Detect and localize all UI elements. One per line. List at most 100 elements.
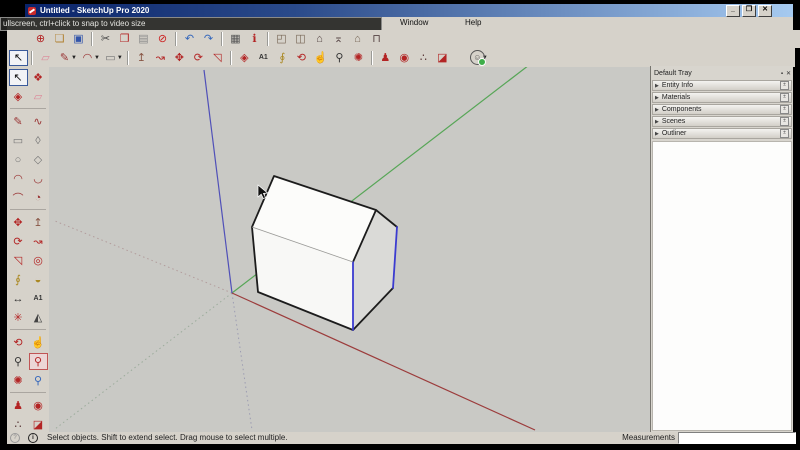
rectangle-dropdown-icon[interactable]: ▼ [117,55,123,61]
toolbar-icon-sign-in[interactable]: ☺ [469,50,486,66]
toolbar-icon-zoom-extents[interactable]: ✺ [349,50,368,66]
viewport-canvas[interactable] [49,61,650,432]
tool-rectangle[interactable]: ▭ [9,132,28,149]
tool-make-component[interactable]: ❖ [29,69,48,86]
toolbar-icon-view-right[interactable]: ⌅ [329,31,348,47]
tray-section-components[interactable]: ▶ Components ± [652,104,792,115]
toolbar-icon-rotate[interactable]: ⟳ [189,50,208,66]
toolbar-icon-paint-bucket[interactable]: ◈ [235,50,254,66]
tool-dimension[interactable]: ↔ [9,290,28,307]
toolbar-icon-undo[interactable]: ↶ [180,31,199,47]
toolbar-icon-view-iso[interactable]: ◰ [272,31,291,47]
tool-eraser[interactable]: ▱ [29,88,48,105]
toolbar-icon-print[interactable]: ▦ [226,31,245,47]
tray-section-materials[interactable]: ▶ Materials ± [652,92,792,103]
tool-pie[interactable]: ◔ [29,189,48,206]
toolbar-icon-follow-me[interactable]: ↝ [151,50,170,66]
tray-section-scenes[interactable]: ▶ Scenes ± [652,116,792,127]
menu-window[interactable]: Window [400,18,428,27]
toolbar-icon-position-camera[interactable]: ♟ [376,50,395,66]
toolbar-icon-redo[interactable]: ↷ [199,31,218,47]
tool-arc[interactable]: ◠ [9,170,28,187]
tool-axes[interactable]: ✳ [9,309,28,326]
expand-arrow-icon[interactable]: ▶ [655,119,659,125]
toolbar-icon-open[interactable]: ❏ [50,31,69,47]
toolbar-icon-scale[interactable]: ◹ [208,50,227,66]
expand-arrow-icon[interactable]: ▶ [655,131,659,137]
tool-look-around[interactable]: ◉ [29,397,48,414]
tool-walk[interactable]: ∴ [9,416,28,432]
toolbar-icon-copy[interactable]: ❐ [115,31,134,47]
expand-arrow-icon[interactable]: ▶ [655,83,659,89]
section-options-button[interactable]: ± [780,81,789,90]
toolbar-icon-view-left[interactable]: ⊓ [367,31,386,47]
tool-polygon[interactable]: ◇ [29,151,48,168]
toolbar-icon-paste[interactable]: ▤ [134,31,153,47]
tool-two-point-arc[interactable]: ◡ [29,170,48,187]
tool-scale[interactable]: ◹ [9,252,28,269]
tool-orbit[interactable]: ⟲ [9,334,28,351]
toolbar-icon-save[interactable]: ▣ [69,31,88,47]
toolbar-icon-text[interactable]: A1 [254,50,273,66]
section-options-button[interactable]: ± [780,117,789,126]
toolbar-icon-view-front[interactable]: ⌂ [310,31,329,47]
toolbar-icon-new[interactable]: ⊕ [31,31,50,47]
expand-arrow-icon[interactable]: ▶ [655,107,659,113]
tool-move[interactable]: ✥ [9,214,28,231]
minimize-button[interactable]: _ [726,5,740,17]
tool-push-pull[interactable]: ↥ [29,214,48,231]
tool-protractor[interactable]: ◒ [29,271,48,288]
toolbar-icon-view-top[interactable]: ◫ [291,31,310,47]
tool-offset[interactable]: ◎ [29,252,48,269]
toolbar-icon-move[interactable]: ✥ [170,50,189,66]
tool-circle[interactable]: ○ [9,151,28,168]
maximize-button[interactable]: ❒ [742,5,756,17]
toolbar-icon-select[interactable]: ↖ [9,49,28,66]
tool-select[interactable]: ↖ [8,69,28,86]
arc-dropdown-icon[interactable]: ▼ [94,55,100,61]
tray-pin-icon[interactable]: ▪ [781,71,783,77]
section-options-button[interactable]: ± [780,129,789,138]
toolbar-icon-erase[interactable]: ⊘ [153,31,172,47]
expand-arrow-icon[interactable]: ▶ [655,95,659,101]
tray-section-entity-info[interactable]: ▶ Entity Info ± [652,80,792,91]
section-options-button[interactable]: ± [780,105,789,114]
modeling-viewport[interactable] [49,61,650,432]
toolbar-icon-walk[interactable]: ∴ [414,50,433,66]
close-button[interactable]: ✕ [758,5,772,17]
toolbar-icon-view-back[interactable]: ⌂ [348,31,367,47]
tool-freehand[interactable]: ∿ [29,113,48,130]
tool-three-d-text[interactable]: ◭ [29,309,48,326]
toolbar-icon-zoom[interactable]: ⚲ [330,50,349,66]
tool-position-camera[interactable]: ♟ [9,397,28,414]
tray-close-icon[interactable]: ✕ [786,71,791,77]
geolocation-icon[interactable]: i [28,433,38,443]
measurements-input[interactable] [678,432,796,444]
title-bar[interactable]: Untitled - SketchUp Pro 2020 _ ❒ ✕ [25,4,793,17]
tool-zoom-extents[interactable]: ✺ [9,372,28,389]
toolbar-icon-orbit[interactable]: ⟲ [292,50,311,66]
toolbar-icon-eraser[interactable]: ▱ [36,50,55,66]
toolbar-icon-push-pull[interactable]: ↥ [132,50,151,66]
toolbar-icon-cut[interactable]: ✂ [96,31,115,47]
tool-rotate[interactable]: ⟳ [9,233,28,250]
toolbar-icon-look-around[interactable]: ◉ [395,50,414,66]
tool-three-point-arc[interactable]: ⌒ [9,189,28,206]
line-dropdown-icon[interactable]: ▼ [71,55,77,61]
toolbar-icon-model-info[interactable]: ℹ [245,31,264,47]
tool-follow-me[interactable]: ↝ [29,233,48,250]
tool-zoom-previous[interactable]: ⚲ [29,372,48,389]
tool-rotated-rectangle[interactable]: ◊ [29,132,48,149]
tool-text[interactable]: A1 [29,290,48,307]
tool-section-plane[interactable]: ◪ [29,416,48,432]
tool-tape-measure[interactable]: ∮ [9,271,28,288]
section-options-button[interactable]: ± [780,93,789,102]
toolbar-icon-tape-measure[interactable]: ∮ [273,50,292,66]
tool-zoom[interactable]: ⚲ [9,353,28,370]
tool-zoom-window[interactable]: ⚲ [28,353,48,370]
tool-pan[interactable]: ☝ [29,334,48,351]
toolbar-icon-pan[interactable]: ☝ [311,50,330,66]
tool-line[interactable]: ✎ [9,113,28,130]
tray-section-outliner[interactable]: ▶ Outliner ± [652,128,792,139]
tool-paint-bucket[interactable]: ◈ [9,88,28,105]
